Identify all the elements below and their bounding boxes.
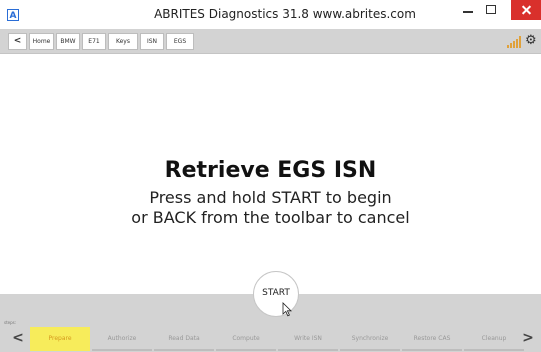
start-button[interactable]: START [253,271,299,317]
back-button[interactable]: < [8,33,27,50]
breadcrumb-keys[interactable]: Keys [108,33,138,50]
minimize-button[interactable] [456,0,480,20]
step-read-data[interactable]: Read Data [154,327,214,351]
step-synchronize[interactable]: Synchronize [340,327,400,351]
step-write-isn[interactable]: Write ISN [278,327,338,351]
page-title: Retrieve EGS ISN [164,158,377,183]
breadcrumb-home[interactable]: Home [29,33,54,50]
steps-prev-button[interactable]: < [8,327,28,351]
step-authorize[interactable]: Authorize [92,327,152,351]
maximize-button[interactable] [480,0,504,20]
instruction-line-1: Press and hold START to begin [149,188,392,207]
breadcrumb-egs[interactable]: EGS [166,33,194,50]
step-compute[interactable]: Compute [216,327,276,351]
main-content: Retrieve EGS ISN Press and hold START to… [0,54,541,294]
breadcrumb-bmw[interactable]: BMW [56,33,80,50]
steps-next-button[interactable]: > [518,327,538,351]
step-prepare[interactable]: Prepare [30,327,90,351]
gear-icon[interactable]: ⚙ [525,33,537,49]
close-button[interactable] [511,0,541,20]
breadcrumb-isn[interactable]: ISN [140,33,164,50]
mouse-cursor-icon [282,302,292,317]
window-title: ABRITES Diagnostics 31.8 www.abrites.com [154,7,416,21]
toolbar: < Home BMW E71 Keys ISN EGS ⚙ [0,29,541,54]
app-logo-icon: A [7,9,19,21]
step-restore-cas[interactable]: Restore CAS [402,327,462,351]
steps-label: steps: [4,320,17,325]
instruction-line-2: or BACK from the toolbar to cancel [131,208,410,227]
breadcrumb-e71[interactable]: E71 [82,33,106,50]
title-bar: A ABRITES Diagnostics 31.8 www.abrites.c… [0,0,541,30]
step-cleanup[interactable]: Cleanup [464,327,524,351]
signal-strength-icon [507,36,522,48]
